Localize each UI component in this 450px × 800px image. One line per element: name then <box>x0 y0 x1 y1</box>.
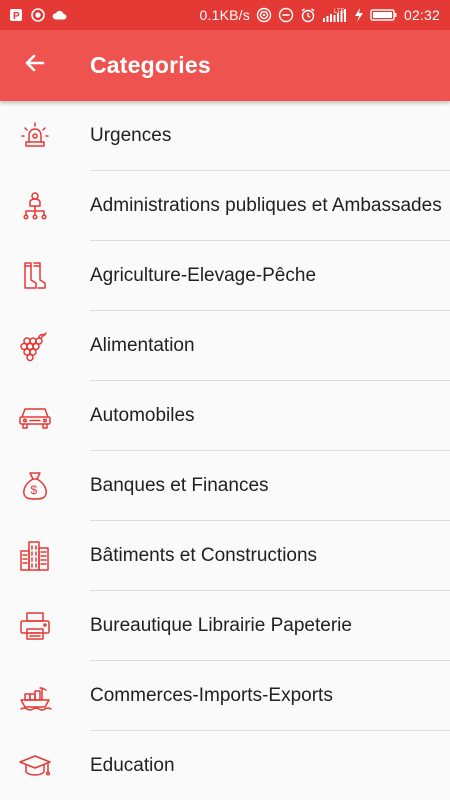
category-label: Alimentation <box>90 335 195 356</box>
siren-icon <box>0 101 70 171</box>
category-item-alimentation[interactable]: Alimentation <box>0 311 450 381</box>
svg-text:LTE: LTE <box>334 9 345 15</box>
org-chart-icon <box>0 171 70 241</box>
dnd-icon <box>278 7 294 23</box>
category-item-administrations[interactable]: Administrations publiques et Ambassades <box>0 171 450 241</box>
signal-icon: LTE <box>322 7 348 23</box>
record-icon <box>30 7 46 23</box>
category-label: Education <box>90 755 175 776</box>
category-label: Administrations publiques et Ambassades <box>90 195 442 216</box>
status-bar: P 0.1KB/s LTE 02:32 <box>0 0 450 30</box>
cargo-ship-icon <box>0 661 70 731</box>
category-label: Bâtiments et Constructions <box>90 545 318 566</box>
cloud-icon <box>52 7 68 23</box>
category-item-education[interactable]: Education <box>0 731 450 800</box>
network-speed: 0.1KB/s <box>199 7 250 23</box>
category-label: Bureautique Librairie Papeterie <box>90 615 352 636</box>
grapes-icon <box>0 311 70 381</box>
buildings-icon <box>0 521 70 591</box>
boots-icon <box>0 241 70 311</box>
printer-icon <box>0 591 70 661</box>
category-item-automobiles[interactable]: Automobiles <box>0 381 450 451</box>
category-item-bureautique[interactable]: Bureautique Librairie Papeterie <box>0 591 450 661</box>
charging-icon <box>354 7 364 23</box>
back-button[interactable] <box>0 30 70 101</box>
app-bar: Categories <box>0 30 450 101</box>
category-label: Banques et Finances <box>90 475 269 496</box>
category-label: Automobiles <box>90 405 195 426</box>
arrow-left-icon <box>23 51 47 80</box>
hotspot-icon <box>256 7 272 23</box>
notification-p-icon: P <box>8 7 24 23</box>
clock: 02:32 <box>403 7 440 23</box>
category-label: Urgences <box>90 125 172 146</box>
category-item-batiments[interactable]: Bâtiments et Constructions <box>0 521 450 591</box>
category-item-banques[interactable]: $ Banques et Finances <box>0 451 450 521</box>
svg-text:P: P <box>13 11 20 22</box>
money-bag-icon: $ <box>0 451 70 521</box>
battery-icon <box>370 7 398 23</box>
alarm-icon <box>300 7 316 23</box>
category-list: Urgences Administrations publiques et Am… <box>0 101 450 800</box>
category-item-commerces[interactable]: Commerces-Imports-Exports <box>0 661 450 731</box>
car-icon <box>0 381 70 451</box>
status-bar-right: 0.1KB/s LTE 02:32 <box>200 7 440 23</box>
page-title: Categories <box>90 52 211 78</box>
category-item-agriculture[interactable]: Agriculture-Elevage-Pêche <box>0 241 450 311</box>
category-label: Agriculture-Elevage-Pêche <box>90 265 317 286</box>
svg-text:$: $ <box>31 483 38 497</box>
status-bar-left: P <box>8 7 68 23</box>
graduation-cap-icon <box>0 731 70 800</box>
category-label: Commerces-Imports-Exports <box>90 685 333 706</box>
category-item-urgences[interactable]: Urgences <box>0 101 450 171</box>
